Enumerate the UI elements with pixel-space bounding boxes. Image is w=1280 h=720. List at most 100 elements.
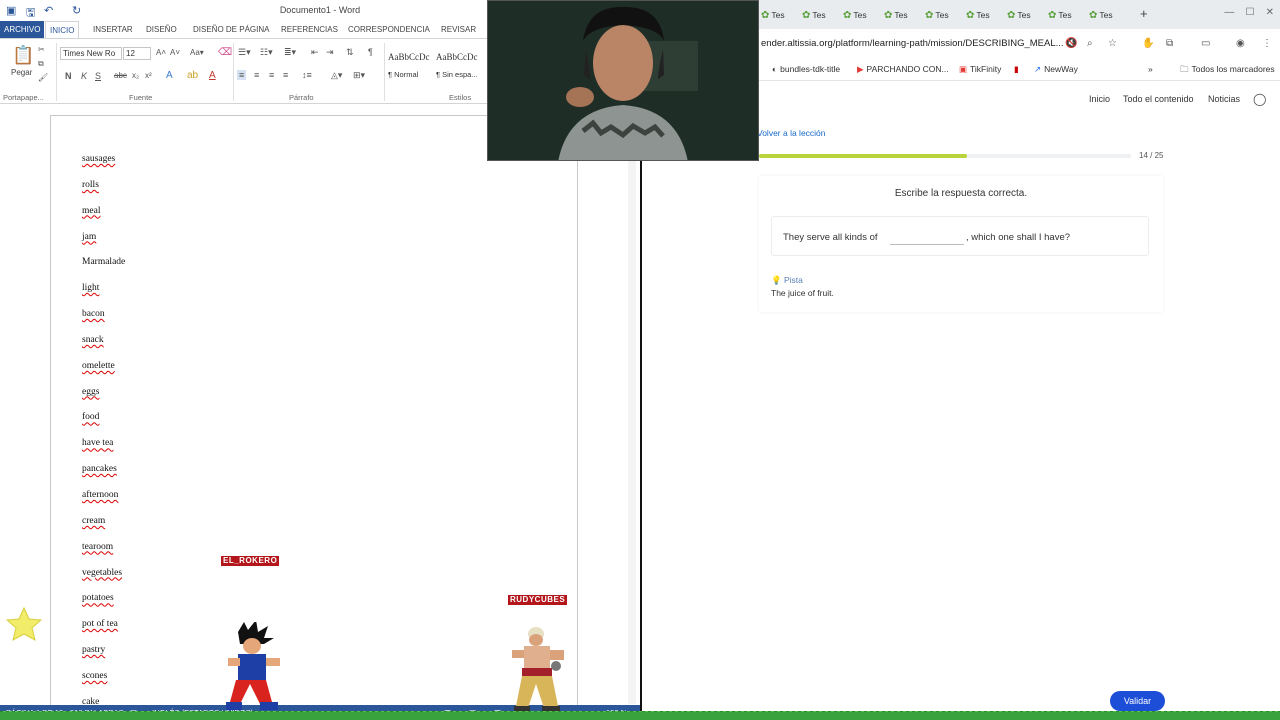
vocabulary-item: light	[82, 283, 100, 294]
line-spacing-icon[interactable]: ↕≡	[302, 70, 312, 80]
shrink-font-icon[interactable]: A˅	[170, 48, 180, 57]
zoom-icon[interactable]: ⌕	[1087, 38, 1093, 49]
font-name-select[interactable]: Times New Ro	[60, 47, 122, 60]
undo-icon[interactable]: ↶	[44, 4, 53, 17]
bookmark-tikfinity[interactable]: ▣ TikFinity	[959, 64, 1001, 75]
new-tab-icon[interactable]: +	[1140, 6, 1148, 21]
window-controls-icon[interactable]: — ☐ ✕	[1224, 7, 1274, 18]
subscript-icon[interactable]: x₂	[132, 71, 139, 80]
extension-icon[interactable]: ✋	[1142, 38, 1154, 49]
numbering-icon[interactable]: ☷▾	[260, 47, 273, 58]
tab-favicon-icon: ✿	[761, 10, 770, 21]
tab-diseno-pagina[interactable]: DISEÑO DE PÁGINA	[193, 21, 269, 38]
extensions-puzzle-icon[interactable]: ⧉	[1166, 38, 1173, 49]
sort-icon[interactable]: ⇅	[346, 47, 354, 58]
bookmark-red-icon[interactable]: ▮	[1014, 64, 1019, 75]
cut-icon[interactable]: ✂	[38, 45, 45, 54]
text-effects-icon[interactable]: A	[166, 70, 173, 81]
redo-icon[interactable]: ↻	[72, 4, 81, 17]
fighter-sprite-image	[512, 627, 564, 712]
browser-tab[interactable]: ✿ Tes	[843, 6, 867, 24]
exercise-card: Escribe la respuesta correcta. They serv…	[759, 176, 1163, 312]
answer-input[interactable]	[890, 229, 964, 245]
font-size-select[interactable]: 12	[123, 47, 151, 60]
align-left-icon[interactable]: ≡	[237, 70, 247, 80]
show-marks-icon[interactable]: ¶	[368, 47, 373, 57]
browser-tab[interactable]: ✿ Tes	[925, 6, 949, 24]
change-case-icon[interactable]: Aa▾	[190, 48, 204, 57]
hint-toggle[interactable]: 💡 Pista	[771, 275, 803, 286]
back-to-lesson-link[interactable]: Volver a la lección	[757, 128, 826, 138]
document-page[interactable]: sausages rolls meal jam Marmalade light bacon s…	[50, 115, 578, 715]
document-scrollbar[interactable]	[628, 104, 636, 704]
clipboard-icon[interactable]: 📋	[12, 45, 34, 66]
tab-diseno[interactable]: DISEÑO	[146, 21, 177, 38]
decrease-indent-icon[interactable]: ⇤	[311, 47, 319, 58]
bookmark-star-icon[interactable]: ☆	[1108, 38, 1117, 49]
browser-tab[interactable]: ✿ Tes	[966, 6, 990, 24]
side-panel-icon[interactable]: ▭	[1201, 38, 1210, 49]
question-text-after: , which one shall I have?	[966, 232, 1071, 243]
hint-text: The juice of fruit.	[771, 288, 834, 298]
bookmark-newway-label: NewWay	[1044, 64, 1078, 74]
align-right-icon[interactable]: ≡	[269, 70, 274, 80]
increase-indent-icon[interactable]: ⇥	[326, 47, 334, 58]
underline-icon[interactable]: S	[95, 71, 101, 81]
browser-tab-label: Tes	[1017, 10, 1031, 20]
tab-favicon-icon: ✿	[884, 10, 893, 21]
tab-archivo[interactable]: ARCHIVO	[0, 21, 45, 38]
url-field[interactable]: ender.altissia.org/platform/learning-pat…	[761, 38, 1064, 49]
validate-button[interactable]: Validar	[1110, 691, 1165, 711]
superscript-icon[interactable]: x²	[145, 71, 152, 80]
tab-favicon-icon: ✿	[1007, 10, 1016, 21]
bookmark-parchando[interactable]: ▶ PARCHANDO CON...	[857, 64, 949, 75]
multilevel-list-icon[interactable]: ≣▾	[284, 47, 296, 58]
all-bookmarks[interactable]: 🗀 Todos los marcadores	[1180, 64, 1275, 78]
bullets-icon[interactable]: ☰▾	[238, 47, 251, 58]
strikethrough-icon[interactable]: abc	[114, 71, 127, 80]
progress-counter: 14 / 25	[1139, 151, 1164, 160]
borders-icon[interactable]: ⊞▾	[353, 70, 365, 81]
copy-icon[interactable]: ⧉	[38, 59, 44, 69]
tab-referencias[interactable]: REFERENCIAS	[281, 21, 338, 38]
nav-noticias[interactable]: Noticias	[1208, 94, 1240, 104]
style-no-spacing[interactable]: AaBbCcDc ¶ Sin espa...	[436, 47, 484, 85]
bold-icon[interactable]: N	[65, 71, 72, 81]
more-bookmarks-icon[interactable]: »	[1148, 64, 1153, 74]
browser-tab[interactable]: ✿ Tes	[1007, 6, 1031, 24]
style-normal[interactable]: AaBbCcDc ¶ Normal	[388, 47, 436, 85]
browser-tab-label: Tes	[771, 10, 785, 20]
tab-inicio[interactable]: INICIO	[45, 21, 80, 38]
menu-kebab-icon[interactable]: ⋮	[1262, 38, 1272, 49]
font-color-icon[interactable]: A	[209, 70, 216, 81]
ribbon-separator	[384, 43, 385, 101]
grow-font-icon[interactable]: A˄	[156, 48, 166, 57]
browser-tab[interactable]: ✿ Tes	[1089, 6, 1113, 24]
bookmark-bundles[interactable]: ◐ bundles-tdk-title	[772, 64, 840, 74]
browser-tab-label: Tes	[1058, 10, 1072, 20]
browser-tab[interactable]: ✿ Tes	[1048, 6, 1072, 24]
bookmark-newway[interactable]: ↗ NewWay	[1034, 64, 1078, 75]
italic-icon[interactable]: K	[81, 71, 87, 81]
webcam-overlay	[487, 0, 759, 161]
shading-icon[interactable]: ◬▾	[331, 70, 342, 81]
tab-insertar[interactable]: INSERTAR	[93, 21, 133, 38]
profile-avatar-icon[interactable]: ◉	[1236, 38, 1245, 49]
align-center-icon[interactable]: ≡	[254, 70, 259, 80]
justify-icon[interactable]: ≡	[283, 70, 288, 80]
tab-revisar[interactable]: REVISAR	[441, 21, 476, 38]
hint-label: Pista	[783, 275, 803, 285]
tab-correspondencia[interactable]: CORRESPONDENCIA	[348, 21, 430, 38]
user-account-icon[interactable]: ◯	[1253, 92, 1266, 106]
mute-icon[interactable]: 🔇	[1065, 38, 1077, 49]
highlight-icon[interactable]: ab	[187, 70, 198, 81]
clear-format-icon[interactable]: ⌫	[218, 47, 232, 58]
format-painter-icon[interactable]: 🖌	[38, 73, 48, 82]
browser-tab[interactable]: ✿ Tes	[802, 6, 826, 24]
nav-inicio[interactable]: Inicio	[1089, 94, 1110, 104]
nav-todo-contenido[interactable]: Todo el contenido	[1123, 94, 1194, 104]
browser-tab[interactable]: ✿ Tes	[761, 6, 785, 24]
save-icon[interactable]: 🖫	[26, 4, 35, 19]
paste-button[interactable]: Pegar	[11, 68, 32, 77]
browser-tab[interactable]: ✿ Tes	[884, 6, 908, 24]
